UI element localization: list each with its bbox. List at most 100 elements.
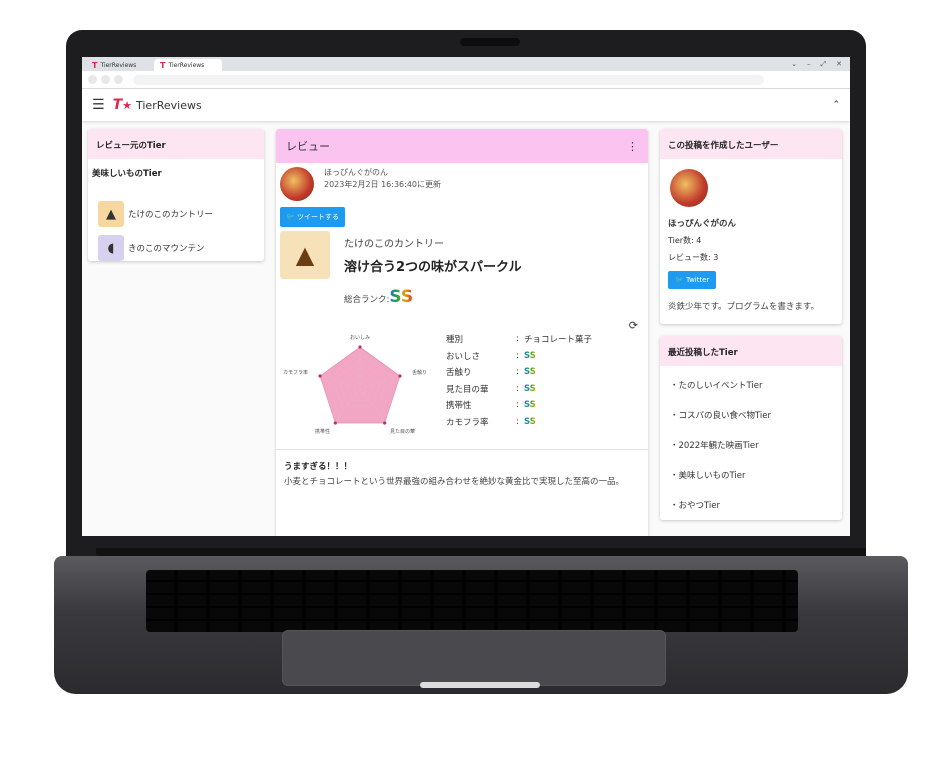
- rating-key: カモフラ率: [446, 417, 489, 428]
- logo-star-icon: ★: [122, 98, 132, 112]
- radar-label: 見た目の華: [390, 428, 415, 435]
- address-bar: [82, 71, 850, 89]
- recent-tiers-header: 最近投稿したTier: [660, 335, 842, 366]
- radar-label: 舌触り: [412, 369, 427, 376]
- list-item[interactable]: ・美味しいものTier: [660, 460, 842, 490]
- radar-point: [333, 421, 337, 425]
- menu-icon[interactable]: ☰: [92, 97, 105, 113]
- maximize-icon[interactable]: ⤢: [821, 60, 827, 69]
- review-count: レビュー数: 3: [668, 253, 719, 262]
- tier-item-label: たけのこのカントリー: [128, 210, 214, 220]
- app-header: ☰ T ★ TierReviews ⌃: [82, 89, 850, 121]
- radar-grid: [318, 345, 402, 425]
- review-body-title: うますぎる！！！: [284, 462, 353, 472]
- list-item[interactable]: ・コスパの良い食べ物Tier: [660, 400, 842, 430]
- avatar[interactable]: [670, 169, 708, 207]
- tier-title[interactable]: 美味しいものTier: [88, 159, 264, 187]
- author-info: ほっぴんぐがのん Tier数: 4 レビュー数: 3 🐦 Twitter 炎鉄少…: [660, 159, 842, 324]
- rating-separator: :: [516, 334, 519, 345]
- list-item[interactable]: ・2022年観た映画Tier: [660, 430, 842, 460]
- browser-tab-active[interactable]: T TierReviews: [154, 59, 222, 71]
- laptop-screen: T TierReviews T TierReviews ⌄ – ⤢ ✕ ☰ T …: [82, 57, 850, 536]
- laptop-camera: [460, 38, 520, 46]
- brand-name[interactable]: TierReviews: [136, 99, 202, 112]
- rating-value: SS: [524, 367, 536, 378]
- radar-chart: おいしみ 舌触り 見た目の華 携帯性 カモフラ率: [283, 334, 427, 435]
- tab-search-icon[interactable]: ⌄: [791, 60, 797, 69]
- rating-key: 舌触り: [446, 368, 472, 379]
- twitter-button[interactable]: 🐦 Twitter: [668, 271, 717, 289]
- rating-key: 種別: [446, 335, 464, 346]
- tierreviews-favicon-icon: T: [160, 60, 166, 70]
- rating-separator: :: [516, 416, 519, 427]
- forward-button[interactable]: [101, 75, 110, 84]
- tab-label: TierReviews: [168, 61, 205, 69]
- left-column: レビュー元のTier 美味しいものTier ▲ たけのこのカントリー ◖ きのこ…: [88, 129, 264, 528]
- takenoko-icon: ▲: [98, 201, 124, 227]
- review-column: レビュー ⋮ ほっぴんぐがのん 2023年2月2日 16:36:40に更新 🐦 …: [276, 129, 648, 536]
- rating-row: 携帯性: SS: [446, 397, 592, 414]
- radar-label: おいしみ: [350, 334, 370, 341]
- review-body: 小麦とチョコレートという世界最強の組み合わせを絶妙な黄金比で実現した至高の一品。: [284, 477, 625, 487]
- rating-key: 携帯性: [446, 401, 472, 412]
- rating-key: おいしさ: [446, 351, 481, 362]
- tierreviews-favicon-icon: T: [92, 60, 98, 70]
- rating-area: おいしみ 舌触り 見た目の華 携帯性 カモフラ率 種別: チョコレート菓子 おいし…: [276, 331, 648, 441]
- rating-value: チョコレート菓子: [524, 335, 593, 346]
- product-image: ▲: [280, 231, 330, 279]
- review-title: 溶け合う2つの味がスパークル: [344, 260, 522, 275]
- rating-row: 見た目の華: SS: [446, 381, 592, 398]
- product-name: たけのこのカントリー: [344, 239, 444, 250]
- list-item[interactable]: ・たのしいイベントTier: [660, 370, 842, 400]
- twitter-bird-icon: 🐦: [286, 213, 295, 221]
- chevron-up-icon[interactable]: ⌃: [832, 100, 840, 110]
- rating-row: カモフラ率: SS: [446, 414, 592, 431]
- tier-item[interactable]: ◖ きのこのマウンテン: [88, 231, 264, 261]
- tweet-button-label: ツイートする: [296, 213, 339, 221]
- review-author: ほっぴんぐがのん 2023年2月2日 16:36:40に更新: [276, 163, 648, 201]
- close-icon[interactable]: ✕: [836, 60, 842, 69]
- main-content: レビュー元のTier 美味しいものTier ▲ たけのこのカントリー ◖ きのこ…: [82, 121, 850, 536]
- radar-label: 携帯性: [315, 428, 330, 435]
- recent-tiers-card: 最近投稿したTier ・たのしいイベントTier ・コスパの良い食べ物Tier …: [660, 335, 842, 520]
- rating-key: 見た目の華: [446, 384, 489, 395]
- radar-point: [318, 374, 322, 378]
- rating-row: 舌触り: SS: [446, 364, 592, 381]
- reload-button[interactable]: [114, 75, 123, 84]
- tier-count: Tier数: 4: [668, 236, 702, 245]
- rating-value: SS: [524, 416, 536, 427]
- rating-row: 種別: チョコレート菓子: [446, 331, 592, 348]
- url-input[interactable]: [133, 74, 764, 85]
- laptop-front-edge: [420, 682, 540, 688]
- rating-separator: :: [516, 400, 519, 411]
- radar-label: カモフラ率: [283, 369, 308, 376]
- rating-value: SS: [524, 400, 536, 411]
- rank-label: 総合ランク:: [344, 295, 390, 305]
- refresh-icon[interactable]: ⟳: [629, 319, 638, 332]
- rating-value: SS: [524, 383, 536, 394]
- browser-tab[interactable]: T TierReviews: [86, 59, 154, 71]
- review-header: レビュー ⋮: [276, 129, 648, 163]
- source-tier-header: レビュー元のTier: [88, 129, 264, 159]
- radar-point: [398, 374, 402, 378]
- laptop-trackpad: [282, 630, 666, 686]
- list-item[interactable]: ・おやつTier: [660, 490, 842, 520]
- tab-label: TierReviews: [100, 61, 137, 69]
- kinoko-icon: ◖: [98, 235, 124, 261]
- avatar[interactable]: [280, 167, 314, 201]
- tweet-button[interactable]: 🐦 ツイートする: [280, 207, 345, 227]
- logo-mark[interactable]: T: [113, 97, 123, 113]
- laptop-keyboard: [146, 570, 798, 632]
- updated-timestamp: 2023年2月2日 16:36:40に更新: [324, 179, 442, 189]
- rating-value: SS: [524, 350, 536, 361]
- author-card: この投稿を作成したユーザー ほっぴんぐがのん Tier数: 4 レビュー数: 3…: [660, 129, 842, 324]
- back-button[interactable]: [88, 75, 97, 84]
- tier-item-label: きのこのマウンテン: [128, 244, 205, 254]
- minimize-icon[interactable]: –: [807, 60, 811, 69]
- rating-separator: :: [516, 367, 519, 378]
- author-name[interactable]: ほっぴんぐがのん: [324, 167, 441, 179]
- more-vert-icon[interactable]: ⋮: [627, 140, 638, 153]
- tier-item[interactable]: ▲ たけのこのカントリー: [88, 197, 264, 231]
- author-name[interactable]: ほっぴんぐがのん: [668, 217, 834, 229]
- rating-row: おいしさ: SS: [446, 348, 592, 365]
